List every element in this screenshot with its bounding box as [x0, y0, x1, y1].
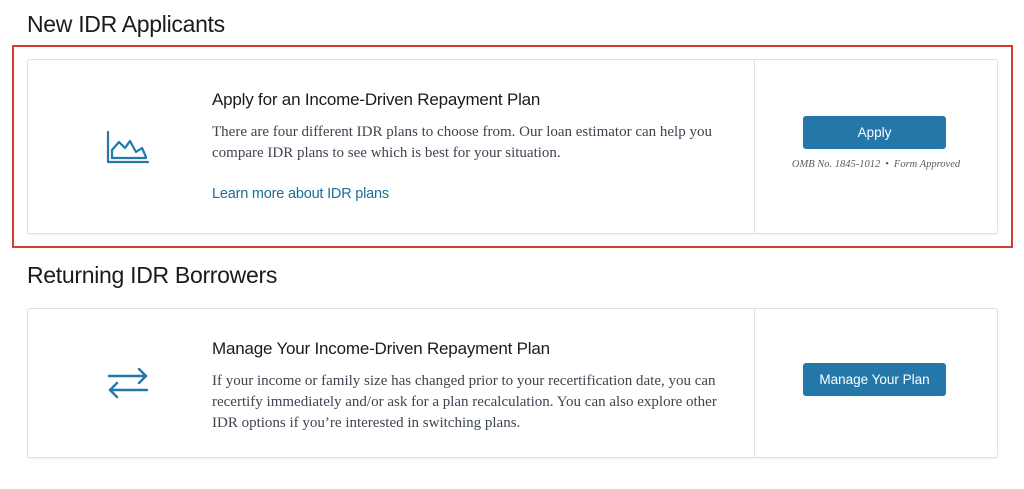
apply-card: Apply for an Income-Driven Repayment Pla…	[27, 59, 998, 234]
section-heading-new-applicants: New IDR Applicants	[27, 11, 225, 37]
apply-button[interactable]: Apply	[803, 116, 946, 149]
card-description: If your income or family size has change…	[212, 373, 717, 431]
omb-note: OMB No. 1845-1012 • Form Approved	[755, 159, 997, 170]
manage-plan-card: Manage Your Income-Driven Repayment Plan…	[27, 308, 998, 458]
omb-number: OMB No. 1845-1012	[791, 159, 881, 170]
swap-arrows-icon	[106, 367, 150, 399]
card-action-panel: Manage Your Plan	[754, 309, 997, 457]
omb-status: Form Approved	[893, 159, 961, 170]
card-title: Apply for an Income-Driven Repayment Pla…	[212, 90, 541, 109]
learn-more-link[interactable]: Learn more about IDR plans	[212, 186, 389, 202]
page: New IDR Applicants Apply for an Income-D…	[0, 0, 1024, 489]
section-heading-returning-borrowers: Returning IDR Borrowers	[27, 262, 278, 288]
card-description: There are four different IDR plans to ch…	[212, 124, 712, 161]
card-title: Manage Your Income-Driven Repayment Plan	[212, 339, 550, 358]
omb-separator: •	[885, 159, 889, 170]
manage-your-plan-button[interactable]: Manage Your Plan	[803, 363, 946, 396]
line-chart-icon	[106, 128, 150, 168]
card-action-panel: Apply OMB No. 1845-1012 • Form Approved	[754, 60, 997, 233]
